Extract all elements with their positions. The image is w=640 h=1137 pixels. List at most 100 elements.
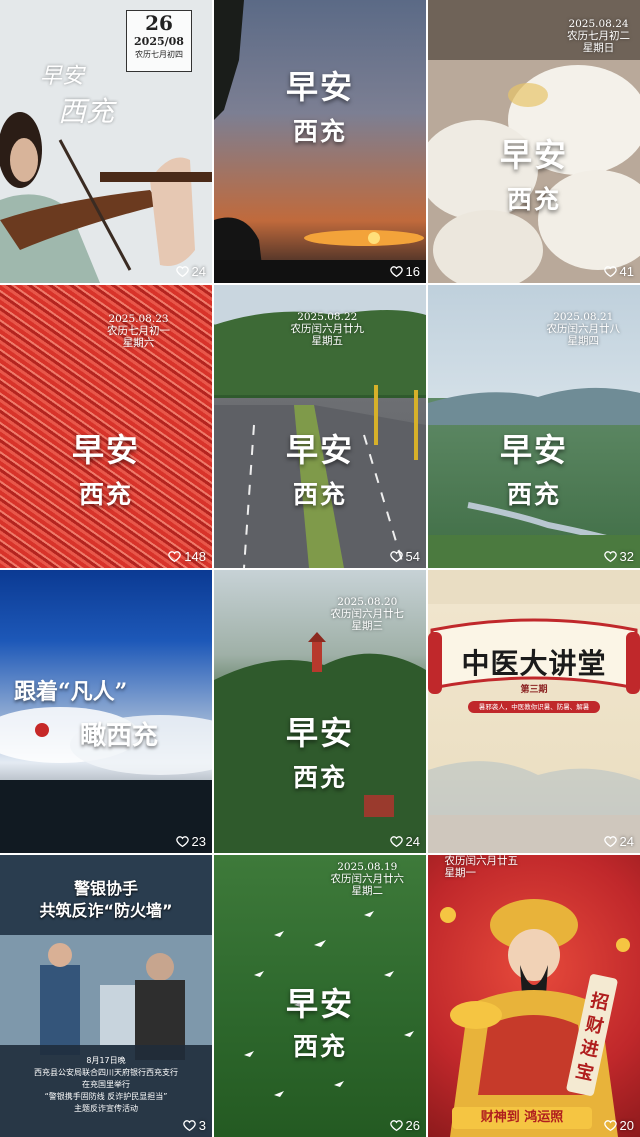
like-count-value: 16 [405,264,420,279]
calligraphy-title: 早安 西充 [40,58,114,130]
heart-icon [603,1120,617,1132]
post-tile-6[interactable]: 2025.08.21 农历闰六月廿八 星期四 早安 西充 32 [428,285,640,568]
heart-icon [175,836,189,848]
like-count-value: 24 [405,834,420,849]
post-tile-3[interactable]: 2025.08.24 农历七月初二 星期日 早安 西充 41 [428,0,640,283]
like-count-value: 148 [184,549,206,564]
caption-line-1: 8月17日晚 [86,1056,126,1065]
date-lunar: 农历七月初二 [567,30,630,42]
post-tile-10[interactable]: 警银协手 共筑反诈“防火墙” 8月17日晚 西充县公安局联合四川天府银行西充支行… [0,855,212,1137]
post-tile-5[interactable]: 2025.08.22 农历闰六月廿九 星期五 早安 西充 54 [214,285,426,568]
post-title-line-1: 早安 [285,714,354,752]
banner-issue: 第三期 [520,685,548,695]
calligraphy-line-2: 西充 [58,95,115,128]
post-title-line-2: 西充 [506,480,561,509]
like-count-value: 26 [405,1118,420,1133]
date-text: 2025.08.22 [297,311,358,323]
like-count-value: 54 [405,549,420,564]
date-week: 星期四 [567,335,600,347]
date-lunar: 农历闰六月廿六 [330,873,405,885]
date-stamp: 2025.08.19 农历闰六月廿六 星期二 [331,861,405,897]
caption-line-4: “警银携手固防线 反诈护民显担当” [44,1092,168,1101]
date-lunar: 农历闰六月廿五 [444,855,519,867]
heart-icon [389,1120,403,1132]
like-count: 23 [175,834,206,849]
like-count: 16 [389,264,420,279]
like-count: 41 [603,264,634,279]
cloud-sea-image [0,707,212,853]
like-count: 32 [603,549,634,564]
post-tile-8[interactable]: 2025.08.20 农历闰六月廿七 星期三 早安 西充 24 [214,570,426,853]
like-count-value: 20 [619,1118,634,1133]
like-count: 24 [389,834,420,849]
post-tile-12[interactable]: 农历闰六月廿五 星期一 招财进宝 财神到 鸿运照 20 [428,855,640,1137]
post-title-line-2: 瞰西充 [80,721,159,751]
date-stamp: 农历闰六月廿五 星期一 [445,855,519,879]
post-tile-9[interactable]: 中医大讲堂 第三期 暑邪袭人，中医教你识暑、防暑、解暑 24 [428,570,640,853]
like-count: 24 [603,834,634,849]
post-title-line-1: 跟着“凡人” [14,679,128,705]
date-day: 26 [145,11,173,35]
post-title-line-1: 早安 [285,431,354,469]
caption-line-5: 主题反诈宣传活动 [74,1104,138,1113]
like-count: 26 [389,1118,420,1133]
post-title-line-2: 西充 [292,763,347,792]
date-text: 2025.08.24 [568,18,629,30]
like-count: 148 [168,549,206,564]
post-title-line-1: 早安 [285,985,354,1023]
banner-subtitle: 暑邪袭人，中医教你识暑、防暑、解暑 [478,703,590,711]
date-week: 星期日 [582,42,615,54]
footer-banner: 财神到 鸿运照 [452,1107,592,1129]
post-tile-4[interactable]: 2025.08.23 农历七月初一 星期六 早安 西充 148 [0,285,212,568]
post-title-line-2: 西充 [292,1032,347,1061]
date-text: 2025.08.21 [553,311,614,323]
calligraphy-line-1: 早安 [40,64,85,89]
date-year-month: 2025/08 [134,35,184,48]
like-count-value: 24 [191,264,206,279]
date-stamp: 2025.08.22 农历闰六月廿九 星期五 [291,311,365,347]
date-week: 星期五 [311,335,344,347]
date-stamp: 2025.08.20 农历闰六月廿七 星期三 [331,596,405,632]
event-caption: 8月17日晚 西充县公安局联合四川天府银行西充支行 在充国里举行 “警银携手固防… [0,1055,212,1115]
date-week: 星期六 [122,337,155,349]
post-title-line-1: 早安 [285,68,354,106]
post-title-line-2: 西充 [292,117,347,146]
date-lunar: 农历七月初一 [107,325,170,337]
heart-icon [168,551,182,563]
headline-line-2: 共筑反诈“防火墙” [39,901,173,920]
date-lunar: 农历闰六月廿九 [290,323,365,335]
date-stamp: 2025.08.23 农历七月初一 星期六 [107,313,170,349]
post-tile-2[interactable]: 早安 西充 16 [214,0,426,283]
post-title-line-1: 早安 [71,431,140,469]
caption-line-3: 在充国里举行 [82,1080,130,1089]
banner-title: 中医大讲堂 [461,647,607,680]
post-tile-1[interactable]: 26 2025/08 农历七月初四 早安 西充 24 [0,0,212,283]
like-count: 3 [183,1118,206,1133]
date-lunar: 农历闰六月廿七 [330,608,405,620]
heart-icon [389,836,403,848]
heart-icon [389,551,403,563]
post-tile-7[interactable]: 跟着“凡人” 瞰西充 23 [0,570,212,853]
post-title-line-1: 早安 [499,431,568,469]
post-title-line-2: 西充 [292,480,347,509]
heart-icon [183,1120,196,1132]
post-title-line-2: 西充 [506,185,561,214]
heart-icon [603,551,617,563]
date-text: 2025.08.23 [108,313,169,325]
post-title-line-2: 西充 [78,480,133,509]
like-count: 24 [175,264,206,279]
heart-icon [603,836,617,848]
like-count-value: 32 [619,549,634,564]
heart-icon [603,266,617,278]
date-lunar: 农历七月初四 [135,50,183,59]
post-tile-11[interactable]: 2025.08.19 农历闰六月廿六 星期二 早安 西充 26 [214,855,426,1137]
post-grid: 26 2025/08 农历七月初四 早安 西充 24 早安 西充 16 2025… [0,0,640,1137]
like-count: 54 [389,549,420,564]
date-text: 2025.08.20 [337,596,398,608]
date-lunar: 农历闰六月廿八 [546,323,621,335]
date-text: 2025.08.19 [337,861,398,873]
like-count-value: 41 [619,264,634,279]
like-count-value: 23 [191,834,206,849]
date-week: 星期二 [351,885,384,897]
date-card: 26 2025/08 农历七月初四 [126,10,192,72]
